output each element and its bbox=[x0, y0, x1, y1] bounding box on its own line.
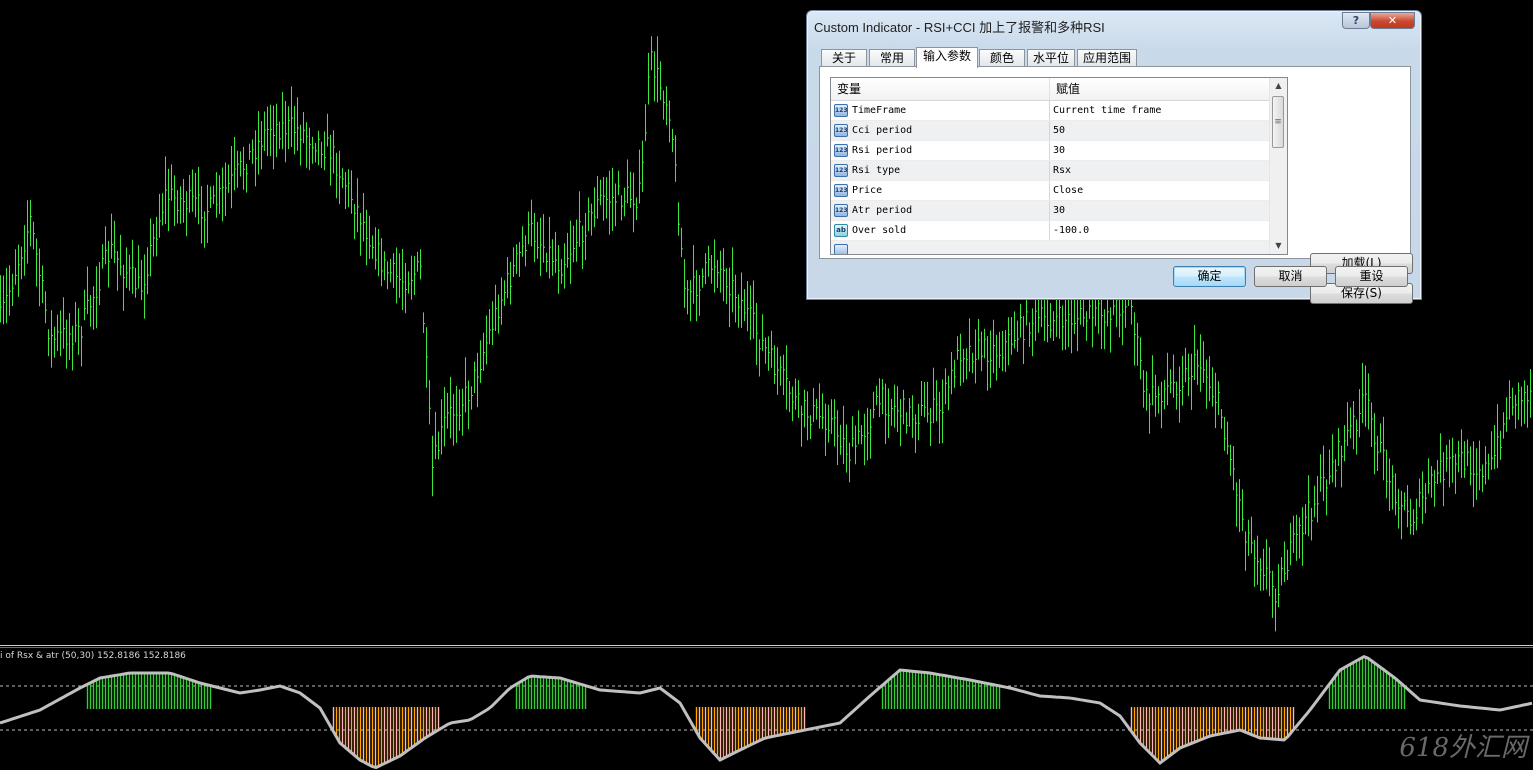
param-name: Price bbox=[831, 181, 1050, 200]
tab-levels[interactable]: 水平位 bbox=[1027, 49, 1075, 67]
indicator-label: i of Rsx & atr (50,30) 152.8186 152.8186 bbox=[0, 651, 186, 661]
tab-common[interactable]: 常用 bbox=[869, 49, 915, 67]
tab-visualization[interactable]: 应用范围 bbox=[1077, 49, 1137, 67]
integer-type-icon bbox=[834, 244, 848, 254]
scroll-down-arrow-icon[interactable]: ▼ bbox=[1270, 238, 1287, 254]
param-value[interactable]: 30 bbox=[1050, 141, 1269, 160]
column-variable[interactable]: 变量 bbox=[831, 78, 1050, 100]
param-value[interactable]: Current time frame bbox=[1050, 101, 1269, 120]
table-header: 变量 赋值 bbox=[831, 78, 1269, 101]
table-row[interactable]: 123 Rsi type Rsx bbox=[831, 161, 1269, 181]
help-icon[interactable]: ? bbox=[1342, 12, 1370, 29]
param-value[interactable]: Close bbox=[1050, 181, 1269, 200]
param-value[interactable]: -100.0 bbox=[1050, 221, 1269, 240]
table-row[interactable]: ab Over sold -100.0 bbox=[831, 221, 1269, 241]
param-value[interactable]: 50 bbox=[1050, 121, 1269, 140]
table-row[interactable]: 123 Atr period 30 bbox=[831, 201, 1269, 221]
param-name: TimeFrame bbox=[831, 101, 1050, 120]
vertical-scrollbar[interactable]: ▲ ≡ ▼ bbox=[1269, 78, 1287, 254]
scroll-thumb[interactable]: ≡ bbox=[1272, 96, 1284, 148]
column-value[interactable]: 赋值 bbox=[1050, 78, 1269, 100]
table-row[interactable]: 123 TimeFrame Current time frame bbox=[831, 101, 1269, 121]
param-name: Over sold bbox=[831, 221, 1050, 240]
close-icon[interactable]: ✕ bbox=[1370, 12, 1415, 29]
param-name: Rsi type bbox=[831, 161, 1050, 180]
reset-button[interactable]: 重设 bbox=[1335, 266, 1408, 287]
table-row-partial[interactable] bbox=[831, 241, 1269, 254]
tab-colors[interactable]: 颜色 bbox=[979, 49, 1025, 67]
param-value[interactable]: 30 bbox=[1050, 201, 1269, 220]
parameters-table: 变量 赋值 123 TimeFrame Current time frame 123… bbox=[830, 77, 1288, 255]
scroll-up-arrow-icon[interactable]: ▲ bbox=[1270, 78, 1287, 94]
param-name: Cci period bbox=[831, 121, 1050, 140]
table-row[interactable]: 123 Rsi period 30 bbox=[831, 141, 1269, 161]
table-row[interactable]: 123 Cci period 50 bbox=[831, 121, 1269, 141]
cancel-button[interactable]: 取消 bbox=[1254, 266, 1327, 287]
ok-button[interactable]: 确定 bbox=[1173, 266, 1246, 287]
oscillator-pane[interactable] bbox=[0, 648, 1533, 770]
watermark: 618外汇网 bbox=[1399, 733, 1527, 763]
tab-about[interactable]: 关于 bbox=[821, 49, 867, 67]
param-name: Atr period bbox=[831, 201, 1050, 220]
dialog-title: Custom Indicator - RSI+CCI 加上了报警和多种RSI bbox=[814, 20, 1105, 35]
tab-inputs[interactable]: 输入参数 bbox=[916, 47, 978, 68]
param-name: Rsi period bbox=[831, 141, 1050, 160]
custom-indicator-dialog: Custom Indicator - RSI+CCI 加上了报警和多种RSI ?… bbox=[806, 10, 1422, 304]
table-row[interactable]: 123 Price Close bbox=[831, 181, 1269, 201]
inputs-panel: 变量 赋值 123 TimeFrame Current time frame 123… bbox=[819, 66, 1413, 304]
param-value[interactable]: Rsx bbox=[1050, 161, 1269, 180]
parameter-rows: 123 TimeFrame Current time frame 123 Cci pe… bbox=[831, 101, 1269, 254]
